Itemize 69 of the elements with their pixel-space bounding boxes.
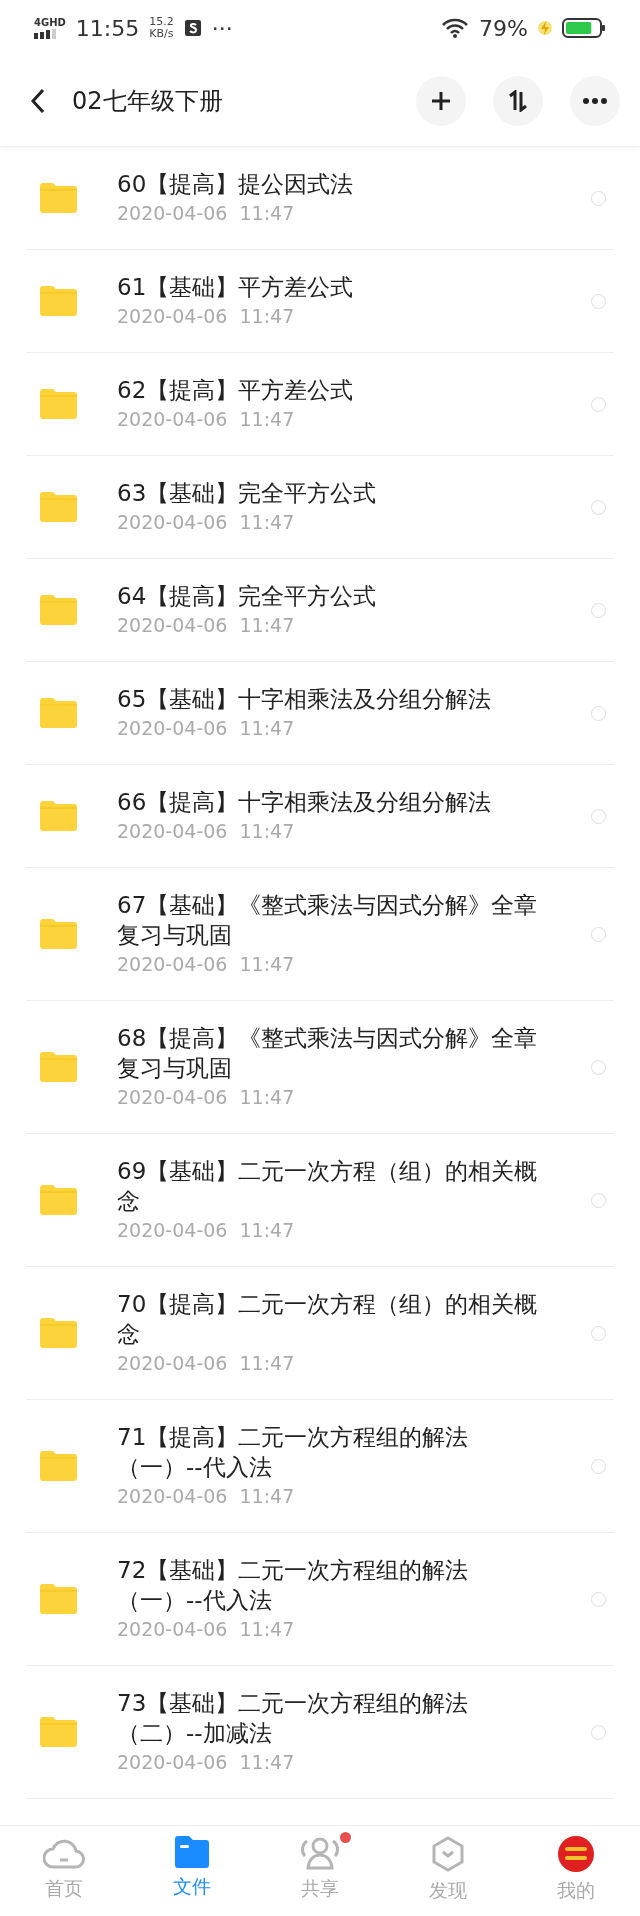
- folder-icon: [40, 698, 77, 728]
- folder-icon: [40, 919, 77, 949]
- file-date: 2020-04-06 11:47: [117, 1218, 296, 1243]
- folder-icon: [40, 1451, 77, 1481]
- file-date: 2020-04-06 11:47: [117, 716, 296, 741]
- charging-icon: [538, 19, 552, 37]
- back-icon[interactable]: [30, 88, 46, 114]
- file-name: 63【基础】完全平方公式: [117, 479, 378, 508]
- sort-icon: [507, 90, 529, 112]
- folder-icon: [40, 1584, 77, 1614]
- plus-icon: [431, 91, 451, 111]
- folder-icon: [40, 1318, 77, 1348]
- folder-icon: [40, 492, 77, 522]
- folder-icon: [40, 595, 77, 625]
- file-date: 2020-04-06 11:47: [117, 407, 296, 432]
- speed-unit: KB/s: [149, 28, 174, 40]
- file-name: 70【提高】二元一次方程（组）的相关概念: [117, 1290, 539, 1349]
- file-date: 2020-04-06 11:47: [117, 819, 296, 844]
- file-name: 73【基础】二元一次方程组的解法（二）--加减法: [117, 1689, 470, 1748]
- file-name: 64【提高】完全平方公式: [117, 582, 378, 611]
- file-date: 2020-04-06 11:47: [117, 952, 296, 977]
- nav-tab[interactable]: 首页: [0, 1826, 128, 1916]
- file-date: 2020-04-06 11:47: [117, 1617, 296, 1642]
- folder-icon: [40, 1052, 77, 1082]
- file-date: 2020-04-06 11:47: [117, 304, 296, 329]
- wifi-icon: [441, 18, 470, 38]
- file-date: 2020-04-06 11:47: [117, 1085, 296, 1110]
- battery-icon: [562, 18, 606, 38]
- file-date: 2020-04-06 11:47: [117, 613, 296, 638]
- sort-button[interactable]: [493, 76, 543, 126]
- file-name: 67【基础】《整式乘法与因式分解》全章复习与巩固: [117, 891, 539, 950]
- add-button[interactable]: [416, 76, 466, 126]
- folder-icon: [40, 1185, 77, 1215]
- file-date: 2020-04-06 11:47: [117, 201, 296, 226]
- folder-icon: [40, 286, 77, 316]
- folder-title: 02七年级下册: [72, 86, 224, 117]
- hexagon-icon: [430, 1836, 466, 1872]
- network-label: 4GHD: [34, 17, 66, 28]
- folder-icon: [175, 1836, 209, 1868]
- battery-percent: 79%: [479, 15, 528, 41]
- more-status: ···: [211, 15, 233, 41]
- file-name: 61【基础】平方差公式: [117, 273, 355, 302]
- more-icon: [583, 98, 607, 104]
- file-name: 65【基础】十字相乘法及分组分解法: [117, 685, 493, 714]
- folder-icon: [40, 801, 77, 831]
- app-icon: [183, 19, 202, 37]
- signal-icon: [34, 28, 56, 39]
- folder-icon: [40, 183, 77, 213]
- speed-value: 15.2: [149, 16, 174, 28]
- file-name: 60【提高】提公因式法: [117, 170, 355, 199]
- file-date: 2020-04-06 11:47: [117, 1750, 296, 1775]
- nav-tab[interactable]: 文件: [128, 1826, 256, 1916]
- clock: 11:55: [75, 15, 140, 41]
- nav-tab[interactable]: 发现: [384, 1826, 512, 1916]
- file-name: 71【提高】二元一次方程组的解法（一）--代入法: [117, 1423, 470, 1482]
- people-icon: [299, 1836, 341, 1870]
- file-name: 66【提高】十字相乘法及分组分解法: [117, 788, 493, 817]
- file-date: 2020-04-06 11:47: [117, 510, 296, 535]
- file-name: 72【基础】二元一次方程组的解法（一）--代入法: [117, 1556, 470, 1615]
- file-name: 69【基础】二元一次方程（组）的相关概念: [117, 1157, 539, 1216]
- nav-tab[interactable]: 共享: [256, 1826, 384, 1916]
- folder-icon: [40, 389, 77, 419]
- file-date: 2020-04-06 11:47: [117, 1351, 296, 1376]
- file-date: 2020-04-06 11:47: [117, 1484, 296, 1509]
- nav-tab[interactable]: 我的: [512, 1826, 640, 1916]
- file-name: 62【提高】平方差公式: [117, 376, 355, 405]
- file-name: 68【提高】《整式乘法与因式分解》全章复习与巩固: [117, 1024, 539, 1083]
- more-button[interactable]: [570, 76, 620, 126]
- folder-icon: [40, 1717, 77, 1747]
